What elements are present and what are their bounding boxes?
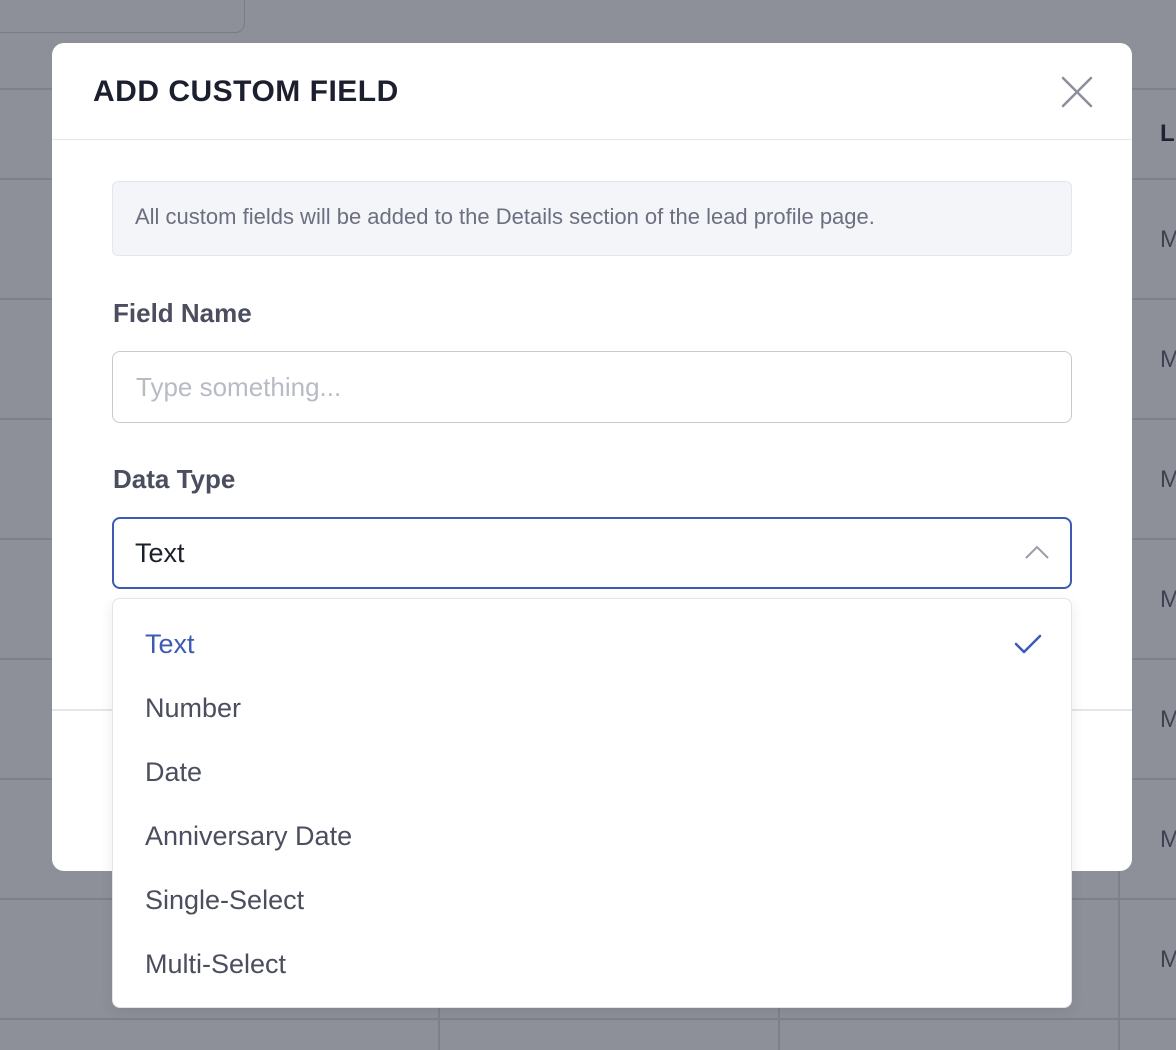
dropdown-option-multi-select[interactable]: Multi-Select xyxy=(113,932,1071,996)
dropdown-option-single-select[interactable]: Single-Select xyxy=(113,868,1071,932)
dropdown-option-anniversary-date[interactable]: Anniversary Date xyxy=(113,804,1071,868)
table-cell: M xyxy=(1160,466,1176,493)
option-label: Text xyxy=(145,629,195,659)
table-header-cell: L xyxy=(1160,120,1175,147)
dropdown-option-text[interactable]: Text xyxy=(113,612,1071,676)
table-cell: M xyxy=(1160,586,1176,613)
option-label: Date xyxy=(145,757,203,787)
close-icon xyxy=(1061,76,1093,108)
table-cell: M xyxy=(1160,946,1176,973)
option-label: Single-Select xyxy=(145,885,305,915)
table-cell: M xyxy=(1160,226,1176,253)
table-divider xyxy=(0,1018,1176,1020)
data-type-dropdown: Text Number Date Anniversary Date Single… xyxy=(112,598,1072,1008)
option-label: Anniversary Date xyxy=(145,821,353,851)
field-name-input[interactable] xyxy=(112,351,1072,423)
background-tab xyxy=(0,0,245,33)
data-type-selected-value: Text xyxy=(135,538,185,568)
table-cell: M xyxy=(1160,826,1176,853)
check-icon xyxy=(1014,634,1042,654)
dialog-header: ADD CUSTOM FIELD xyxy=(52,43,1132,140)
chevron-up-icon xyxy=(1025,545,1049,559)
data-type-select[interactable]: Text xyxy=(112,517,1072,589)
dialog-title: ADD CUSTOM FIELD xyxy=(93,75,399,108)
table-cell: M xyxy=(1160,346,1176,373)
dropdown-option-date[interactable]: Date xyxy=(113,740,1071,804)
data-type-label: Data Type xyxy=(113,464,236,494)
dropdown-option-number[interactable]: Number xyxy=(113,676,1071,740)
close-button[interactable] xyxy=(1060,75,1094,109)
option-label: Multi-Select xyxy=(145,949,287,979)
table-cell: M xyxy=(1160,706,1176,733)
field-name-label: Field Name xyxy=(113,298,252,328)
info-notice: All custom fields will be added to the D… xyxy=(112,181,1072,256)
option-label: Number xyxy=(145,693,242,723)
